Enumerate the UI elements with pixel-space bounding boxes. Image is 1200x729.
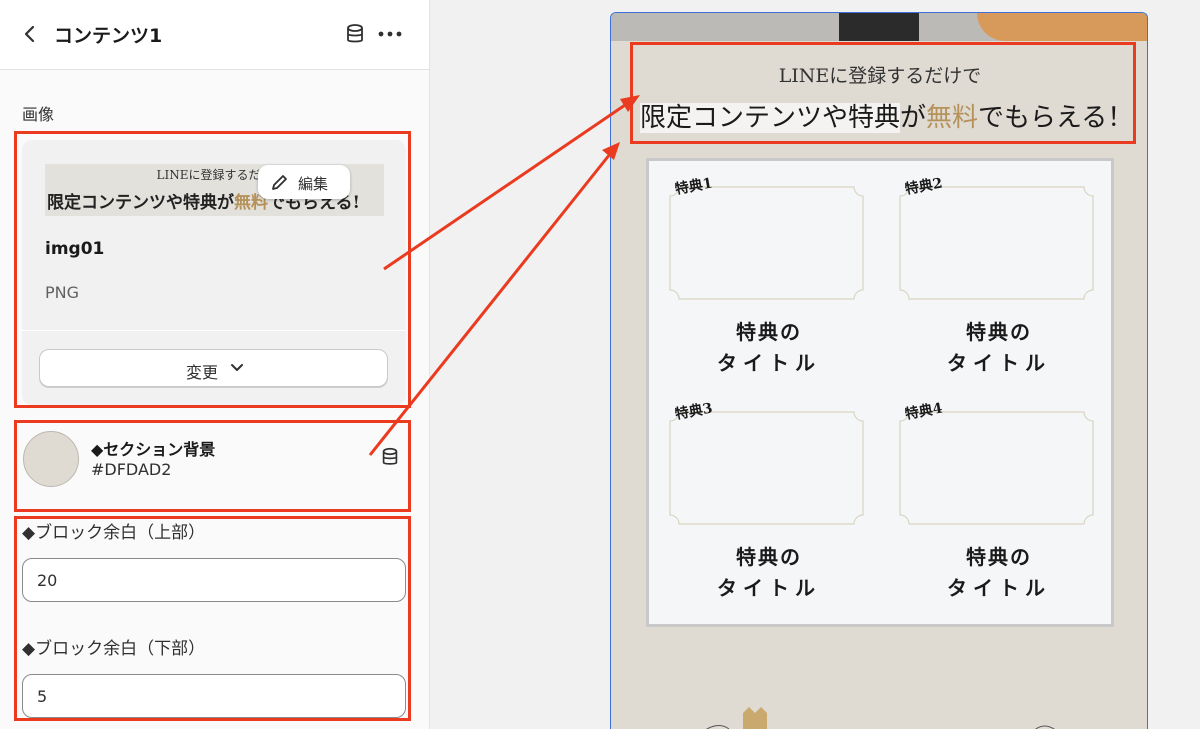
hero-image-strip xyxy=(611,13,1147,41)
section-background-setting: ◆セクション背景 #DFDAD2 xyxy=(14,420,408,510)
edit-image-button[interactable]: 編集 xyxy=(258,165,350,199)
background-value: #DFDAD2 xyxy=(91,460,172,479)
preview-frame[interactable]: LINEに登録するだけで 限定コンテンツや特典が無料でもらえる！ 特典1 特典の… xyxy=(610,12,1148,729)
pencil-icon xyxy=(272,175,287,190)
database-icon xyxy=(347,24,363,43)
headline-main: 限定コンテンツや特典が無料でもらえる！ xyxy=(640,97,1133,134)
headline-main-suffix: でもらえる！ xyxy=(978,103,1134,133)
thumbnail-line2-prefix: 限定コンテンツや特典が xyxy=(47,193,234,213)
image-file-type: PNG xyxy=(45,283,80,302)
bonus-item: 特典4 特典の タイトル xyxy=(879,396,1099,606)
image-file-name: img01 xyxy=(45,239,105,259)
card-divider xyxy=(22,330,406,331)
decorative-ornament xyxy=(705,707,1055,729)
panel-title: コンテンツ1 xyxy=(54,25,163,47)
hero-orange-shape xyxy=(977,13,1147,41)
bonus-grid: 特典1 特典の タイトル 特典2 特典の タイトル 特典3 特典の タイトル 特… xyxy=(646,158,1114,627)
headline-main-ga: が xyxy=(900,103,927,133)
bonus-frame xyxy=(669,411,864,525)
color-swatch[interactable] xyxy=(23,431,79,487)
bonus-item: 特典2 特典の タイトル xyxy=(879,171,1099,381)
bonus-frame xyxy=(899,411,1094,525)
bonus-frame xyxy=(669,186,864,300)
background-title: ◆セクション背景 xyxy=(91,440,216,459)
chevron-down-icon xyxy=(231,364,243,371)
hero-dark-shape xyxy=(839,13,919,41)
bonus-title-line1: 特典の xyxy=(966,545,1032,569)
bonus-title-line2: タイトル xyxy=(947,576,1051,600)
database-icon xyxy=(382,447,398,465)
more-horizontal-icon xyxy=(378,31,402,37)
bonus-title-line1: 特典の xyxy=(736,320,802,344)
change-image-button[interactable]: 変更 xyxy=(39,349,388,387)
padding-bottom-label: ◆ブロック余白（下部） xyxy=(22,639,206,659)
panel-header: コンテンツ1 xyxy=(0,0,429,70)
back-button[interactable] xyxy=(18,22,42,46)
padding-top-input[interactable] xyxy=(22,558,406,602)
padding-top-label: ◆ブロック余白（上部） xyxy=(22,523,206,543)
more-actions-button[interactable] xyxy=(376,22,404,46)
bonus-title-line2: タイトル xyxy=(947,351,1051,375)
image-section-label: 画像 xyxy=(22,105,55,124)
chevron-left-icon xyxy=(24,25,35,43)
background-source-button[interactable] xyxy=(379,446,401,468)
settings-panel: コンテンツ1 画像 LINEに登録するだけ 限定コンテンツや特典が無料でもらえる… xyxy=(0,0,430,729)
padding-bottom-input[interactable] xyxy=(22,674,406,718)
headline-main-accent: 無料 xyxy=(926,103,979,133)
bonus-frame xyxy=(899,186,1094,300)
bonus-title-line2: タイトル xyxy=(717,576,821,600)
headline-sub: LINEに登録するだけで xyxy=(778,65,982,87)
bonus-title-line1: 特典の xyxy=(966,320,1032,344)
bonus-title-line2: タイトル xyxy=(717,351,821,375)
bonus-title-line1: 特典の xyxy=(736,545,802,569)
edit-image-label: 編集 xyxy=(298,175,329,193)
headline-main-prefix: 限定コンテンツや特典 xyxy=(640,103,901,133)
bonus-item: 特典3 特典の タイトル xyxy=(649,396,869,606)
dynamic-source-button[interactable] xyxy=(343,22,367,46)
change-image-label: 変更 xyxy=(186,363,219,382)
bonus-item: 特典1 特典の タイトル xyxy=(649,171,869,381)
